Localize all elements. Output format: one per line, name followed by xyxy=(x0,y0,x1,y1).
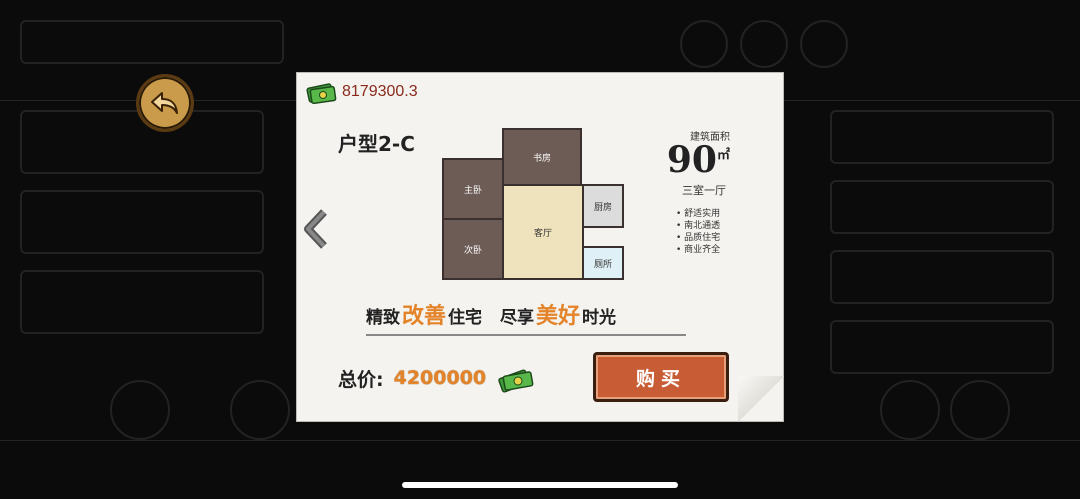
feature-item: • 舒适实用 xyxy=(676,209,721,219)
area-value: 90㎡ xyxy=(666,139,730,181)
price-label: 总价: xyxy=(338,368,384,391)
house-listing-card: 8179300.3 户型2-C 书房 主卧 客厅 厨房 次卧 厕所 建筑面积 9… xyxy=(296,72,784,422)
unit-type-label: 户型2-C xyxy=(338,132,415,156)
price-value: 4200000 xyxy=(393,367,487,389)
room-second-bedroom: 次卧 xyxy=(442,218,504,280)
room-bathroom: 厕所 xyxy=(582,246,624,280)
room-master-bedroom: 主卧 xyxy=(442,158,504,220)
paper-curl xyxy=(738,376,784,422)
feature-item: • 商业齐全 xyxy=(676,245,721,255)
total-price: 总价: 4200000 xyxy=(338,362,536,394)
back-arrow-icon xyxy=(151,92,178,114)
cash-stack-icon xyxy=(306,83,337,104)
feature-item: • 品质住宅 xyxy=(676,233,721,243)
home-indicator[interactable] xyxy=(402,482,678,488)
room-living-room: 客厅 xyxy=(502,184,584,280)
rooms-description: 三室一厅 xyxy=(682,184,726,197)
cash-stack-icon xyxy=(498,369,534,393)
room-study: 书房 xyxy=(502,128,582,186)
back-button[interactable] xyxy=(136,74,194,132)
slogan: 精致 改善 住宅 尽享 美好 时光 xyxy=(366,298,686,336)
feature-item: • 南北通透 xyxy=(676,221,721,231)
previous-listing-button[interactable] xyxy=(300,208,332,250)
buy-button[interactable]: 购买 xyxy=(593,352,729,402)
floor-plan: 书房 主卧 客厅 厨房 次卧 厕所 xyxy=(438,128,634,282)
balance-value: 8179300.3 xyxy=(342,83,418,100)
room-kitchen: 厨房 xyxy=(582,184,624,228)
feature-list: • 舒适实用 • 南北通透 • 品质住宅 • 商业齐全 xyxy=(676,208,720,256)
chevron-left-icon xyxy=(304,209,327,249)
wallet-balance: 8179300.3 xyxy=(306,80,418,104)
